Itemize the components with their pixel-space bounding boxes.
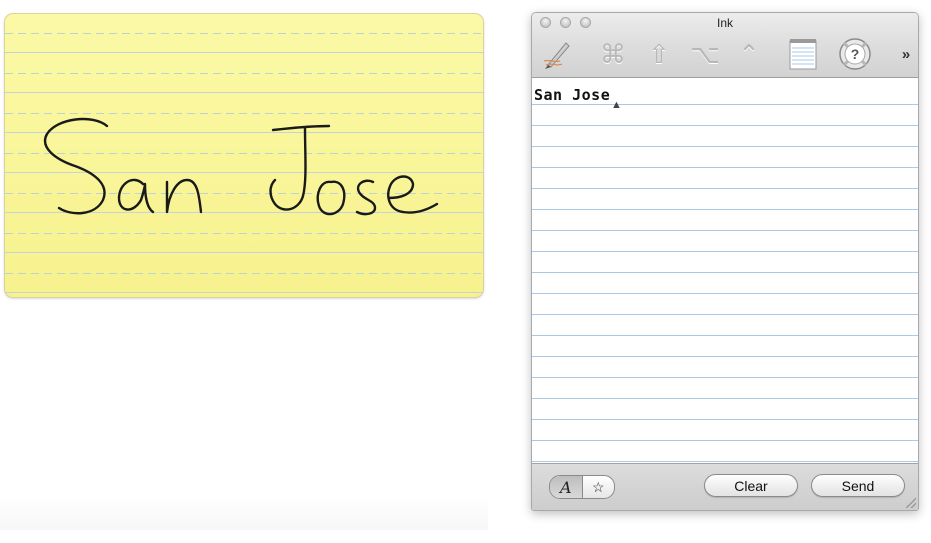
notepad-icon — [789, 39, 817, 70]
stroke-j-bar — [271, 124, 331, 132]
option-key-icon: ⌥ — [690, 39, 720, 69]
star-icon: ☆ — [591, 478, 605, 495]
help-icon: ? — [839, 38, 871, 70]
control-key-button[interactable]: ⌃ — [730, 35, 768, 73]
stroke-a — [117, 178, 155, 214]
shift-key-icon: ⇧ — [648, 39, 670, 69]
pen-tool-icon — [543, 42, 570, 69]
help-button[interactable]: ? — [836, 35, 874, 73]
stroke-j — [269, 126, 307, 211]
command-key-button[interactable]: ⌘ — [594, 35, 632, 73]
chevron-double-right-icon: » — [901, 45, 911, 63]
clear-button[interactable]: Clear — [704, 474, 798, 497]
pen-tool-button[interactable] — [538, 35, 576, 73]
ink-window: Ink ⌘ ⇧ ⌥ ⌃ ? » San Jose ▲ A ☆ Clear Sen… — [531, 12, 919, 511]
stroke-o — [316, 180, 346, 216]
svg-text:?: ? — [851, 46, 860, 62]
write-mode-button[interactable]: A — [550, 476, 583, 498]
recognized-text: San Jose — [534, 86, 611, 104]
toolbar: ⌘ ⇧ ⌥ ⌃ ? » — [532, 33, 918, 75]
shift-key-button[interactable]: ⇧ — [640, 35, 678, 73]
stroke-s — [43, 117, 109, 215]
window-title: Ink — [716, 16, 733, 30]
bottom-bar: A ☆ Clear Send — [532, 463, 918, 510]
window-titlebar[interactable]: Ink ⌘ ⇧ ⌥ ⌃ ? » — [532, 13, 918, 78]
send-button[interactable]: Send — [811, 474, 905, 497]
write-mode-icon: A — [559, 477, 572, 497]
gesture-mode-button[interactable]: ☆ — [583, 476, 615, 498]
resize-grip-icon[interactable] — [906, 498, 916, 508]
toolbar-overflow-button[interactable]: » — [896, 35, 916, 73]
notepad-area[interactable]: San Jose ▲ — [532, 78, 918, 464]
input-mode-selector: A ☆ — [549, 475, 615, 499]
desktop-background — [0, 494, 488, 530]
handwriting-strokes — [43, 117, 439, 216]
control-key-icon: ⌃ — [738, 39, 760, 69]
notepad-button[interactable] — [784, 35, 822, 73]
option-key-button[interactable]: ⌥ — [686, 35, 724, 73]
stroke-s2 — [355, 179, 377, 216]
handwriting-pad[interactable] — [4, 13, 484, 298]
stroke-e — [387, 175, 439, 214]
command-key-icon: ⌘ — [600, 39, 626, 69]
stroke-n — [165, 178, 203, 214]
insertion-caret-icon: ▲ — [611, 99, 622, 111]
